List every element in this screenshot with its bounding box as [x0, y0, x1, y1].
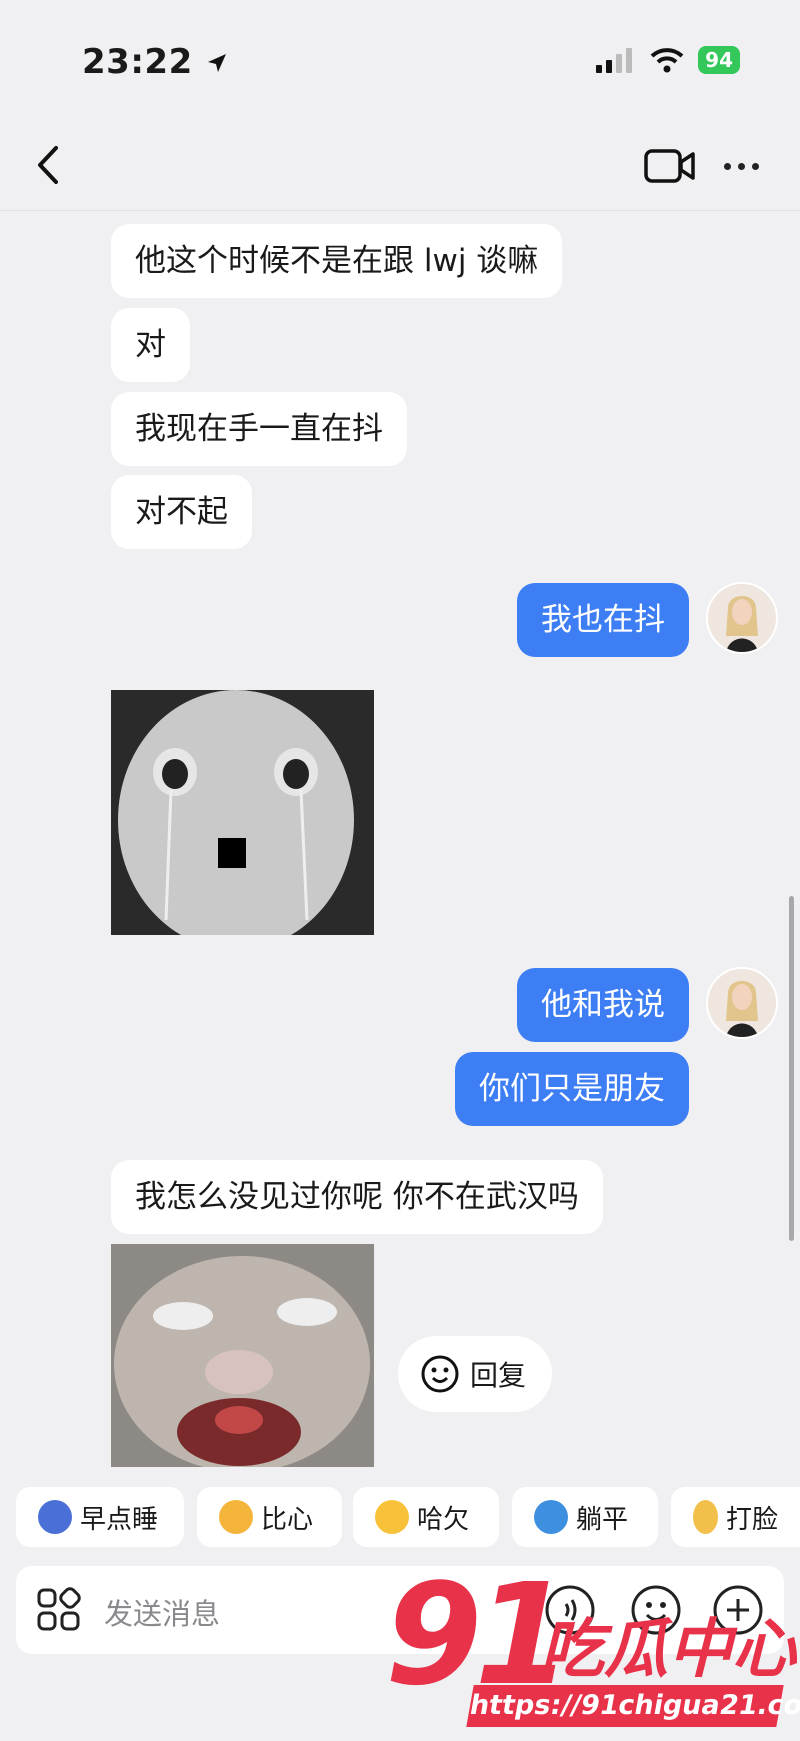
- status-time-text: 23:22: [82, 42, 193, 82]
- lie-flat-icon: [534, 1500, 568, 1534]
- user-avatar-icon: [708, 969, 776, 1037]
- quick-reaction[interactable]: 早点睡: [16, 1487, 184, 1547]
- status-icons: 94: [596, 46, 740, 74]
- more-options-button[interactable]: [724, 156, 772, 176]
- avatar[interactable]: [706, 582, 778, 654]
- quick-reaction-label: 比心: [261, 1504, 314, 1535]
- outgoing-message[interactable]: 我也在抖: [517, 583, 689, 657]
- outgoing-message[interactable]: 你们只是朋友: [455, 1052, 689, 1126]
- wifi-icon: [650, 48, 684, 73]
- quick-reaction-label: 躺平: [576, 1504, 629, 1535]
- incoming-message[interactable]: 对不起: [111, 475, 252, 549]
- apps-button[interactable]: [36, 1587, 82, 1637]
- dot-icon: [752, 162, 759, 170]
- quick-reaction[interactable]: 躺平: [512, 1487, 658, 1547]
- avatar[interactable]: [706, 967, 778, 1039]
- face-slap-icon: [693, 1500, 718, 1534]
- user-avatar-icon: [708, 584, 776, 652]
- quick-reaction-label: 打脸: [725, 1504, 778, 1535]
- quick-reaction[interactable]: 打脸: [671, 1487, 800, 1547]
- sticker-crying-face[interactable]: [111, 690, 374, 935]
- outgoing-message[interactable]: 他和我说: [517, 968, 689, 1042]
- video-camera-icon: [644, 149, 695, 183]
- incoming-message[interactable]: 我现在手一直在抖: [111, 392, 407, 466]
- smiley-icon: [421, 1355, 459, 1393]
- cellular-signal-icon: [596, 48, 633, 73]
- moon-sleep-icon: [38, 1500, 72, 1534]
- chevron-left-icon: [38, 146, 58, 184]
- back-button[interactable]: [30, 142, 70, 188]
- reply-label: 回复: [470, 1359, 527, 1392]
- heart-hands-icon: [219, 1500, 253, 1534]
- sticker-crying-cat[interactable]: [111, 1244, 374, 1467]
- crying-cat-image: [111, 1244, 374, 1467]
- watermark-url: https://91chigua21.com: [466, 1685, 800, 1727]
- incoming-message[interactable]: 我怎么没见过你呢 你不在武汉吗: [111, 1160, 603, 1234]
- status-time: 23:22: [82, 42, 229, 82]
- apps-grid-icon: [37, 1587, 81, 1631]
- crying-face-image: [111, 690, 374, 935]
- dot-icon: [724, 162, 731, 170]
- scrollbar-thumb[interactable]: [789, 896, 794, 1241]
- yawn-face-icon: [375, 1500, 409, 1534]
- reply-button[interactable]: 回复: [398, 1336, 552, 1412]
- quick-reaction[interactable]: 哈欠: [353, 1487, 499, 1547]
- quick-reaction-label: 早点睡: [80, 1504, 159, 1535]
- incoming-message[interactable]: 他这个时候不是在跟 lwj 谈嘛: [111, 224, 563, 298]
- battery-indicator: 94: [698, 46, 740, 74]
- quick-reaction[interactable]: 比心: [197, 1487, 342, 1547]
- video-call-button[interactable]: [644, 148, 696, 184]
- message-input[interactable]: 发送消息: [104, 1591, 220, 1633]
- watermark-text: 吃瓜中心: [540, 1613, 796, 1687]
- chat-navbar: [0, 120, 800, 211]
- location-arrow-icon: [208, 54, 227, 72]
- incoming-message[interactable]: 对: [111, 308, 190, 382]
- quick-reaction-label: 哈欠: [417, 1504, 470, 1535]
- dot-icon: [738, 162, 745, 170]
